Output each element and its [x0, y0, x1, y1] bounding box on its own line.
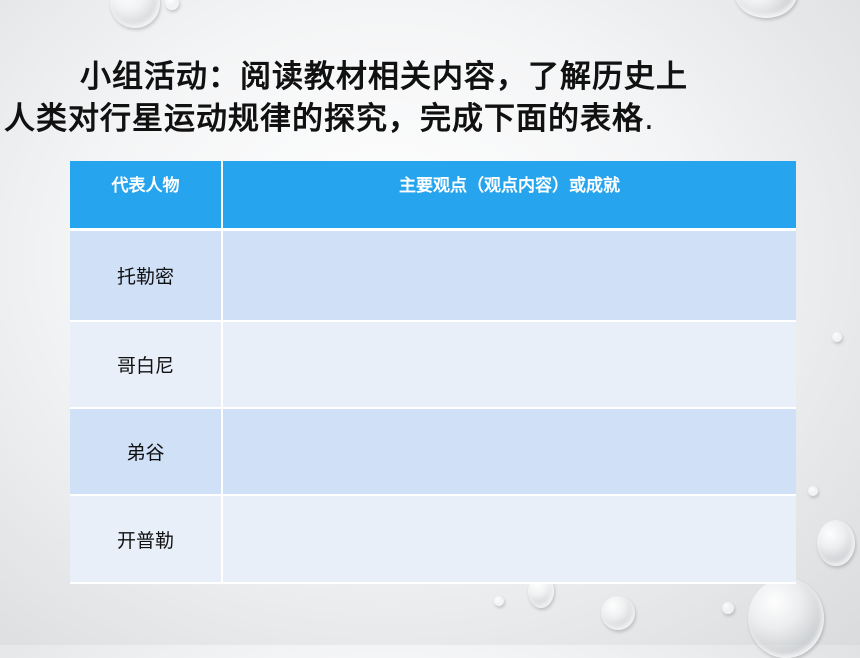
header-content: 主要观点（观点内容）或成就	[222, 161, 796, 231]
water-drop-icon	[494, 596, 504, 606]
header-person: 代表人物	[70, 161, 223, 231]
cell-person: 哥白尼	[70, 321, 223, 409]
cell-content[interactable]	[222, 229, 796, 322]
table-row: 哥白尼	[70, 321, 796, 409]
water-drop-icon	[601, 596, 635, 630]
water-drop-icon	[808, 486, 818, 496]
table-row: 弟谷	[70, 408, 796, 496]
cell-person: 托勒密	[70, 229, 223, 322]
cell-person: 弟谷	[70, 408, 223, 496]
title-line-1: 小组活动：阅读教材相关内容，了解历史上	[80, 59, 688, 95]
table-row: 托勒密	[70, 229, 796, 322]
table-header-row: 代表人物 主要观点（观点内容）或成就	[70, 161, 796, 231]
slide-title: 小组活动：阅读教材相关内容，了解历史上 人类对行星运动规律的探究，完成下面的表格…	[0, 56, 860, 140]
water-drop-icon	[748, 578, 824, 658]
cell-content[interactable]	[222, 495, 796, 584]
activity-table: 代表人物 主要观点（观点内容）或成就 托勒密 哥白尼 弟谷 开普勒	[70, 161, 796, 584]
slide: 小组活动：阅读教材相关内容，了解历史上 人类对行星运动规律的探究，完成下面的表格…	[0, 0, 860, 658]
title-period: .	[644, 101, 655, 137]
title-line-2: 人类对行星运动规律的探究，完成下面的表格.	[0, 98, 860, 140]
water-drop-icon	[165, 0, 179, 10]
water-drop-icon	[735, 0, 797, 18]
title-line-2-text: 人类对行星运动规律的探究，完成下面的表格	[4, 101, 644, 137]
water-drop-icon	[722, 602, 734, 614]
cell-content[interactable]	[222, 408, 796, 496]
cell-content[interactable]	[222, 321, 796, 409]
water-drop-icon	[817, 520, 855, 566]
water-drop-icon	[832, 332, 842, 342]
water-drop-icon	[110, 0, 160, 28]
cell-person: 开普勒	[70, 495, 223, 584]
table-row: 开普勒	[70, 495, 796, 584]
